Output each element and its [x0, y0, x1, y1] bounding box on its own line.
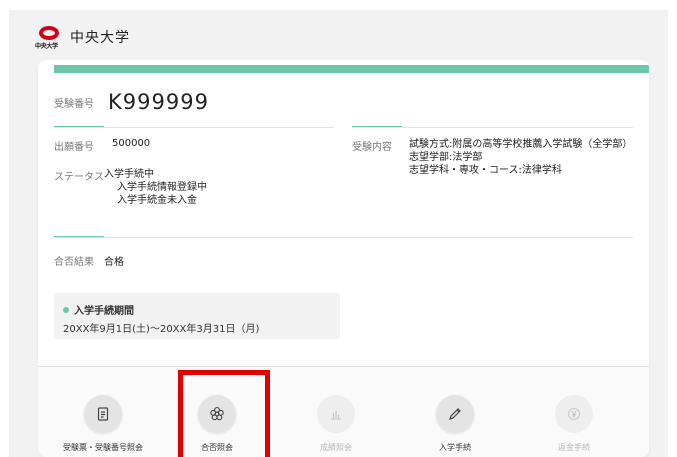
status-values: 入学手続中 入学手続情報登録中 入学手続金未入金 — [104, 168, 207, 207]
nav-refund: 返金手続 — [529, 395, 619, 453]
exam-number-row: 受験番号 K999999 — [54, 90, 209, 114]
divider — [352, 127, 633, 128]
application-number-label: 出願番号 — [54, 142, 94, 153]
nav-label: 成績照会 — [320, 443, 352, 452]
status-line: 入学手続情報登録中 — [117, 182, 207, 193]
logo-ring — [39, 26, 59, 40]
enrollment-period-box: 入学手続期間 20XX年9月1日(土)～20XX年3月31日（月) — [54, 293, 340, 339]
result-label: 合否結果 — [54, 257, 94, 268]
pencil-icon — [449, 408, 461, 420]
nav-label: 受験票・受験番号照会 — [63, 443, 143, 452]
status-line: 入学手続中 — [104, 169, 154, 180]
nav-label: 入学手続 — [439, 443, 471, 452]
nav-exam-ticket[interactable]: 受験票・受験番号照会 — [58, 395, 148, 453]
exam-number-value: K999999 — [108, 90, 209, 114]
application-number-value: 500000 — [112, 138, 151, 149]
bullet-dot — [63, 306, 69, 313]
application-number-row: 出願番号 500000 — [54, 138, 150, 153]
exam-content-values: 試験方式:附属の高等学校推薦入学試験（全学部） 志望学部:法学部 志望学科・専攻… — [409, 138, 632, 177]
nav-circle — [317, 395, 355, 433]
nav-enrollment[interactable]: 入学手続 — [410, 395, 500, 453]
exam-content-line: 志望学科・専攻・コース:法律学科 — [409, 165, 562, 176]
card-accent-bar — [54, 65, 649, 73]
status-line: 入学手続金未入金 — [117, 195, 197, 206]
document-icon — [97, 407, 109, 421]
period-title-row: 入学手続期間 — [63, 302, 331, 317]
status-row: ステータス 入学手続中 入学手続情報登録中 入学手続金未入金 — [54, 168, 207, 207]
nav-score: 成績照会 — [291, 395, 381, 453]
university-logo[interactable]: 中央大学 — [35, 24, 60, 50]
divider — [54, 127, 334, 128]
site-header: 中央大学 中央大学 — [35, 20, 130, 54]
exam-content-line: 試験方式:附属の高等学校推薦入学試験（全学部） — [409, 139, 633, 150]
nav-label: 返金手続 — [558, 443, 590, 452]
status-label: ステータス — [54, 172, 104, 183]
result-row: 合否結果 合格 — [54, 253, 124, 268]
period-title: 入学手続期間 — [74, 306, 134, 317]
exam-content-label: 受験内容 — [352, 142, 392, 153]
yen-icon — [567, 407, 581, 421]
nav-circle[interactable] — [84, 395, 122, 433]
period-dates: 20XX年9月1日(土)～20XX年3月31日（月) — [63, 324, 260, 335]
logo-text: 中央大学 — [35, 43, 58, 50]
result-value: 合格 — [104, 257, 124, 268]
exam-content-line: 志望学部:法学部 — [409, 152, 483, 163]
exam-number-label: 受験番号 — [54, 98, 94, 110]
bar-chart-icon — [331, 411, 341, 420]
nav-circle — [555, 395, 593, 433]
university-name: 中央大学 — [70, 30, 130, 46]
bottom-nav: 受験票・受験番号照会 合否照会 成績照会 入学手続 返金手続 — [38, 366, 649, 457]
exam-content-row: 受験内容 試験方式:附属の高等学校推薦入学試験（全学部） 志望学部:法学部 志望… — [352, 138, 632, 177]
highlight-frame — [178, 370, 270, 457]
divider — [54, 237, 633, 238]
status-card: 受験番号 K999999 出願番号 500000 ステータス 入学手続中 入学手… — [38, 60, 649, 457]
nav-circle[interactable] — [436, 395, 474, 433]
